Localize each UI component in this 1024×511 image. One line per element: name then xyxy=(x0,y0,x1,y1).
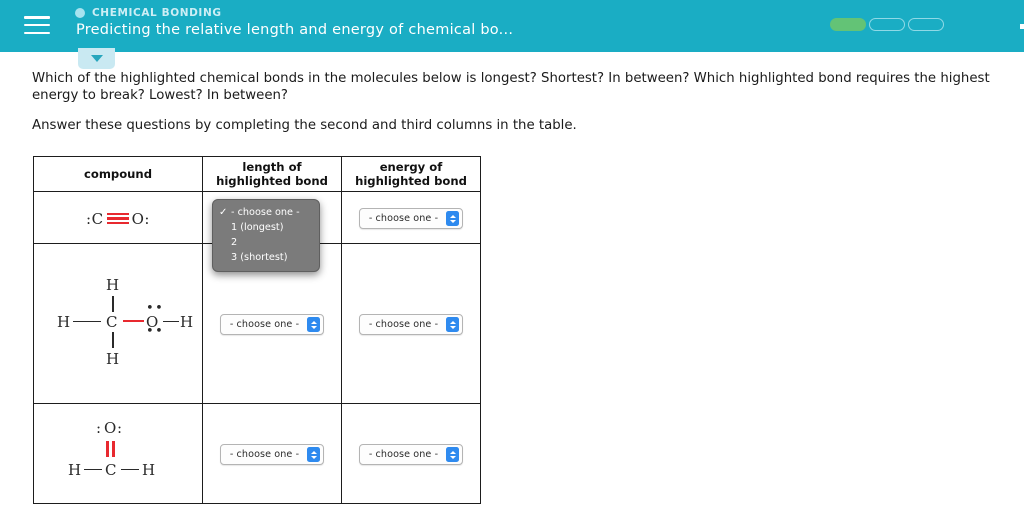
lone-pair-oxygen-right: : xyxy=(117,418,123,437)
lone-pair-oxygen-bottom: •• xyxy=(146,323,165,339)
hamburger-line xyxy=(24,23,50,27)
triple-bond-icon xyxy=(106,212,129,225)
dropdown-option-choose-one[interactable]: ✓ - choose one - xyxy=(213,205,319,220)
dropdown-option-1-longest[interactable]: 1 (longest) xyxy=(213,220,319,235)
check-icon: ✓ xyxy=(219,207,228,218)
progress-segment-2 xyxy=(869,18,905,31)
lone-pair-oxygen-top: •• xyxy=(146,300,165,316)
atom-carbon: C xyxy=(91,209,104,228)
energy-cell-row-2: - choose one - xyxy=(341,243,481,404)
bond-c-o-highlighted xyxy=(123,319,144,323)
length-select-row-1-dropdown[interactable]: ✓ - choose one - 1 (longest) 2 3 (shorte… xyxy=(212,199,320,272)
energy-select-row-2[interactable]: - choose one - xyxy=(358,314,464,335)
energy-select-row-3[interactable]: - choose one - xyxy=(358,444,464,465)
breadcrumb-category: CHEMICAL BONDING xyxy=(92,7,222,19)
energy-select-row-1-value: - choose one - xyxy=(368,213,439,224)
atom-oxygen: O xyxy=(104,418,117,437)
question-prompt: Which of the highlighted chemical bonds … xyxy=(32,70,1022,134)
prompt-line-2: Answer these questions by completing the… xyxy=(32,118,577,133)
bond-h-c xyxy=(73,320,101,323)
prompt-line-1: Which of the highlighted chemical bonds … xyxy=(32,71,990,103)
atom-hydrogen-left: H xyxy=(68,460,82,479)
bond-h-c-left xyxy=(84,468,102,471)
dropdown-option-2[interactable]: 2 xyxy=(213,235,319,250)
molecule-carbon-monoxide: :C O: xyxy=(86,209,150,228)
length-cell-row-3: - choose one - xyxy=(202,403,342,504)
column-header-compound: compound xyxy=(33,156,203,192)
length-select-row-2-value: - choose one - xyxy=(229,319,300,330)
energy-cell-row-3: - choose one - xyxy=(341,403,481,504)
molecule-methanol: H C O H H H •• •• xyxy=(43,274,193,370)
page-title: Predicting the relative length and energ… xyxy=(76,22,514,38)
offscreen-control-edge[interactable] xyxy=(1020,24,1024,29)
hamburger-menu-icon[interactable] xyxy=(24,14,50,36)
molecule-cell-methanol: H C O H H H •• •• xyxy=(33,243,203,404)
energy-cell-row-1: - choose one - xyxy=(341,191,481,244)
progress-indicator xyxy=(830,18,944,31)
circle-icon xyxy=(75,8,85,18)
bond-c-h-bottom xyxy=(112,331,114,348)
bond-o-h xyxy=(163,320,179,323)
progress-segment-3 xyxy=(908,18,944,31)
atom-oxygen: O xyxy=(131,209,145,228)
bond-c-h-right xyxy=(121,468,139,471)
column-header-energy: energy of highlighted bond xyxy=(341,156,481,192)
stepper-icon xyxy=(307,447,321,462)
hamburger-line xyxy=(24,31,50,34)
atom-hydrogen-right: H xyxy=(180,312,194,331)
dropdown-option-3-shortest[interactable]: 3 (shortest) xyxy=(213,250,319,265)
length-select-row-3-value: - choose one - xyxy=(229,449,300,460)
lone-pair-oxygen-left: : xyxy=(96,418,102,437)
stepper-icon xyxy=(446,317,460,332)
hamburger-line xyxy=(24,16,50,19)
breadcrumb: CHEMICAL BONDING xyxy=(75,7,222,19)
column-header-length: length of highlighted bond xyxy=(202,156,342,192)
molecule-cell-formaldehyde: : O : H C H xyxy=(33,403,203,504)
double-bond-icon-highlighted xyxy=(106,440,115,457)
stepper-icon xyxy=(446,447,460,462)
atom-carbon: C xyxy=(105,460,117,479)
stepper-icon xyxy=(446,211,460,226)
table-header-row: compound length of highlighted bond ener… xyxy=(33,156,481,192)
chevron-down-icon xyxy=(90,55,103,62)
atom-hydrogen-bottom: H xyxy=(106,349,120,368)
atom-hydrogen-left: H xyxy=(57,312,71,331)
energy-select-row-1[interactable]: - choose one - xyxy=(358,208,464,229)
atom-hydrogen-right: H xyxy=(142,460,156,479)
molecule-formaldehyde: : O : H C H xyxy=(58,417,178,487)
energy-select-row-2-value: - choose one - xyxy=(368,319,439,330)
collapse-panel-tab[interactable] xyxy=(78,48,115,69)
bond-c-h-top xyxy=(112,295,114,312)
stepper-icon xyxy=(307,317,321,332)
molecule-cell-carbon-monoxide: :C O: xyxy=(33,191,203,244)
atom-carbon: C xyxy=(106,312,118,331)
lone-pair-right: : xyxy=(144,209,150,228)
app-header: CHEMICAL BONDING Predicting the relative… xyxy=(0,0,1024,52)
progress-segment-1 xyxy=(830,18,866,31)
length-select-row-3[interactable]: - choose one - xyxy=(219,444,325,465)
atom-hydrogen-top: H xyxy=(106,275,120,294)
table-row: : O : H C H - choose one - - choose one … xyxy=(33,403,481,504)
energy-select-row-3-value: - choose one - xyxy=(368,449,439,460)
length-select-row-2[interactable]: - choose one - xyxy=(219,314,325,335)
